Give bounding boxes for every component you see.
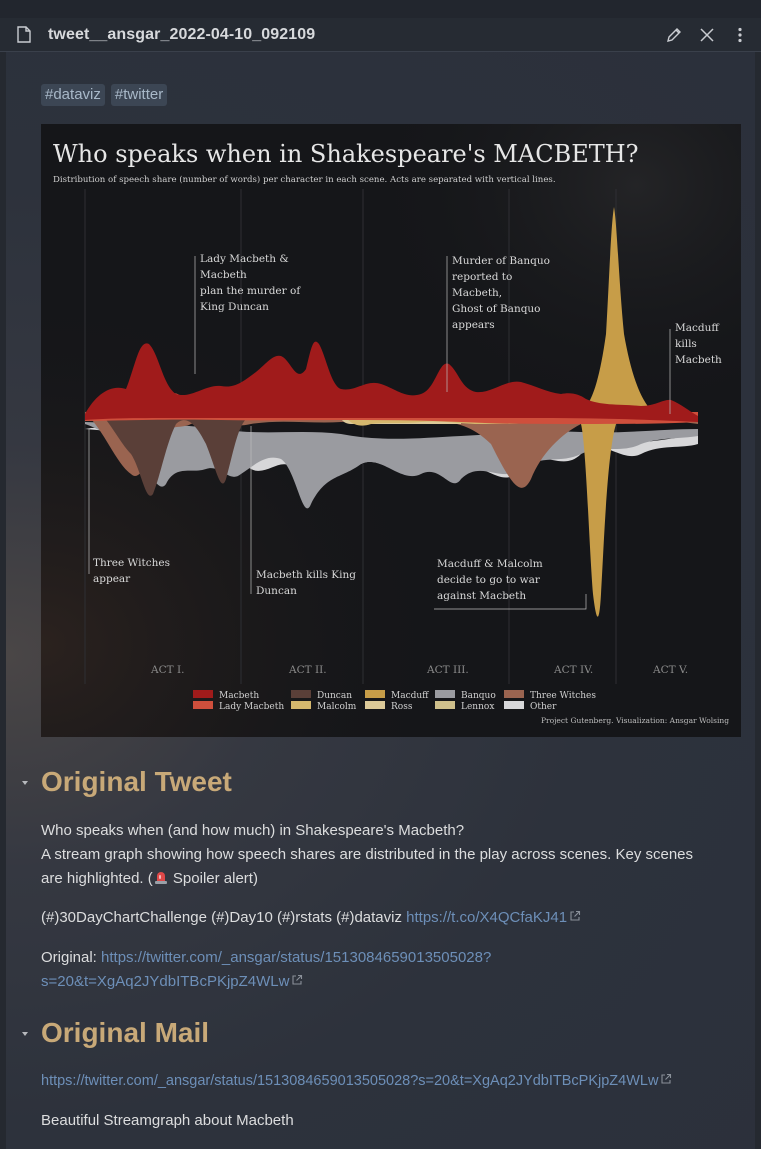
tweet-line-3-pre: are highlighted. ( xyxy=(41,870,153,887)
annotation-macbeth-kills-2: Duncan xyxy=(256,585,297,597)
legend-macduff: Macduff xyxy=(391,691,429,701)
tweet-original-line: Original: https://twitter.com/_ansgar/st… xyxy=(41,946,731,994)
annotation-banquo-3: Macbeth, xyxy=(452,287,502,299)
original-link-part-2[interactable]: s=20&t=XgAq2JYdbITBcPKjpZ4WLw xyxy=(41,973,289,990)
annotation-macbeth-kills-1: Macbeth kills King xyxy=(256,569,356,581)
annotation-banquo-1: Murder of Banquo xyxy=(452,255,550,267)
annotation-banquo-4: Ghost of Banquo xyxy=(452,303,541,315)
chart-subtitle: Distribution of speech share (number of … xyxy=(53,174,556,185)
heading-original-mail: Original Mail xyxy=(41,1017,210,1048)
more-options-icon[interactable] xyxy=(731,26,749,44)
annotation-macduff-kills-3: Macbeth xyxy=(675,354,722,366)
annotation-war-1: Macduff & Malcolm xyxy=(437,558,543,570)
annotation-witches-1: Three Witches xyxy=(93,557,170,569)
legend-macbeth: Macbeth xyxy=(219,691,259,701)
annotation-lady-macbeth-4: King Duncan xyxy=(200,301,269,313)
file-icon xyxy=(17,26,31,43)
heading-original-tweet: Original Tweet xyxy=(41,766,232,797)
annotation-macduff-kills-2: kills xyxy=(675,338,697,350)
mail-body: Beautiful Streamgraph about Macbeth xyxy=(41,1112,294,1129)
original-label: Original: xyxy=(41,949,102,966)
rotating-light-emoji-icon xyxy=(154,872,167,884)
tweet-line-3: are highlighted. ( Spoiler alert) xyxy=(41,867,731,891)
annotation-war-3: against Macbeth xyxy=(437,590,526,602)
legend-swatch-macduff xyxy=(365,690,385,698)
legend-swatch-malcolm xyxy=(291,701,311,709)
act-label-5: ACT V. xyxy=(652,664,688,676)
legend-malcolm: Malcolm xyxy=(317,702,357,712)
tweet-line-2: A stream graph showing how speech shares… xyxy=(41,846,694,863)
legend-other: Other xyxy=(530,702,557,712)
external-link-icon xyxy=(570,910,581,921)
annotation-macduff-kills-1: Macduff xyxy=(675,322,720,334)
original-link-part-1[interactable]: https://twitter.com/_ansgar/status/15130… xyxy=(101,949,491,966)
tweet-hashtags: (#)30DayChartChallenge (#)Day10 (#)rstat… xyxy=(41,909,407,926)
legend-ross: Ross xyxy=(391,702,413,712)
tag-twitter[interactable]: #twitter xyxy=(110,84,168,106)
tweet-hashtags-line: (#)30DayChartChallenge (#)Day10 (#)rstat… xyxy=(41,906,731,930)
external-link-icon xyxy=(292,974,303,985)
right-scroll-gutter[interactable] xyxy=(755,52,761,1149)
tag-list: #dataviz #twitter xyxy=(41,84,168,106)
note-tab-header: tweet__ansgar_2022-04-10_092109 xyxy=(0,18,761,52)
chart-title: Who speaks when in Shakespeare's MACBETH… xyxy=(53,140,639,168)
tag-dataviz[interactable]: #dataviz xyxy=(41,84,105,106)
legend-swatch-lennox xyxy=(435,701,455,709)
legend-lennox: Lennox xyxy=(461,702,494,712)
tweet-line-1: Who speaks when (and how much) in Shakes… xyxy=(41,822,465,839)
legend-swatch-duncan xyxy=(291,690,311,698)
note-title[interactable]: tweet__ansgar_2022-04-10_092109 xyxy=(48,26,315,44)
external-link-icon xyxy=(661,1073,672,1084)
edit-pencil-icon[interactable] xyxy=(665,26,683,44)
collapse-arrow-icon[interactable] xyxy=(20,778,30,788)
annotation-lady-macbeth-3: plan the murder of xyxy=(200,285,301,297)
close-icon[interactable] xyxy=(698,26,716,44)
annotation-witches-2: appear xyxy=(93,573,131,585)
act-label-1: ACT I. xyxy=(150,664,184,676)
legend-swatch-banquo xyxy=(435,690,455,698)
streamgraph-svg: Who speaks when in Shakespeare's MACBETH… xyxy=(41,124,741,737)
annotation-banquo-5: appears xyxy=(452,319,495,331)
tweet-text: Who speaks when (and how much) in Shakes… xyxy=(41,819,731,891)
embedded-streamgraph-image: Who speaks when in Shakespeare's MACBETH… xyxy=(41,124,741,737)
legend-banquo: Banquo xyxy=(461,691,496,701)
collapse-arrow-icon[interactable] xyxy=(20,1029,30,1039)
mail-link[interactable]: https://twitter.com/_ansgar/status/15130… xyxy=(41,1073,658,1089)
legend-three-witches: Three Witches xyxy=(530,691,596,701)
legend-swatch-other xyxy=(504,701,524,709)
mail-link-line: https://twitter.com/_ansgar/status/15130… xyxy=(41,1069,741,1093)
annotation-lady-macbeth-2: Macbeth xyxy=(200,269,247,281)
act-label-2: ACT II. xyxy=(288,664,327,676)
annotation-lady-macbeth-1: Lady Macbeth & xyxy=(200,253,289,265)
act-label-4: ACT IV. xyxy=(553,664,593,676)
act-label-3: ACT III. xyxy=(426,664,469,676)
legend-swatch-ross xyxy=(365,701,385,709)
legend-lady-macbeth: Lady Macbeth xyxy=(219,702,284,712)
legend-swatch-three-witches xyxy=(504,690,524,698)
legend-swatch-lady-macbeth xyxy=(193,701,213,709)
legend-duncan: Duncan xyxy=(317,691,352,701)
annotation-banquo-2: reported to xyxy=(452,271,512,283)
annotation-war-2: decide to go to war xyxy=(437,574,541,586)
chart-credit: Project Gutenberg. Visualization: Ansgar… xyxy=(541,716,729,725)
window-top-strip xyxy=(0,0,761,18)
legend-swatch-macbeth xyxy=(193,690,213,698)
tco-link[interactable]: https://t.co/X4QCfaKJ41 xyxy=(406,909,567,926)
tweet-line-3-post: Spoiler alert) xyxy=(168,870,258,887)
